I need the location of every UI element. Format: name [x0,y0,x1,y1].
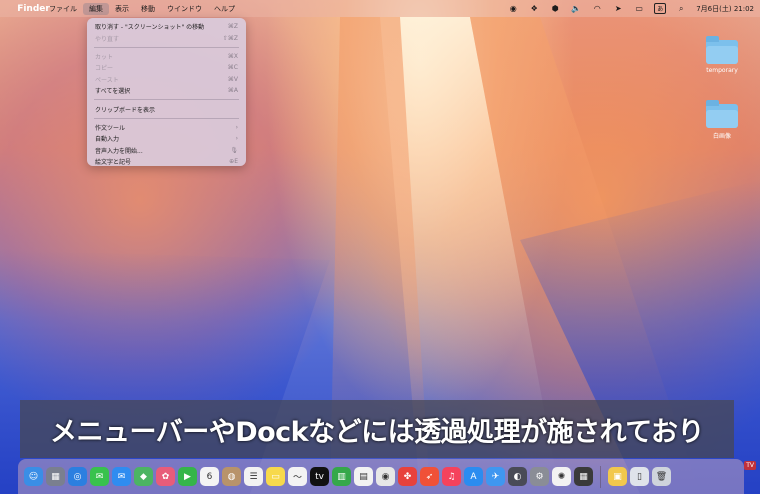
menu-help[interactable]: ヘルプ [208,3,241,15]
folder-icon [706,36,738,64]
menu-item-shortcut: ⊕E [229,158,238,166]
input-method-indicator[interactable]: あ [654,3,667,14]
control-center-icon[interactable]: ▭ [633,4,645,13]
downloads-icon[interactable]: ▯ [630,467,649,486]
folder-icon [706,100,738,128]
menu-item-shortcut: ⌘X [227,52,238,60]
channel-logo: TV [744,461,756,470]
messages-icon[interactable]: ✉ [90,467,109,486]
menu-item-shortcut: ⌘A [227,87,238,95]
menu-item-label: 音声入力を開始... [95,147,143,155]
menu-view[interactable]: 表示 [109,3,135,15]
record-icon[interactable]: ◉ [507,4,519,13]
paw-icon[interactable]: ✤ [398,467,417,486]
edit-menu-item[interactable]: 音声入力を開始... 🎙 [92,145,241,156]
appletv-icon[interactable]: tv [310,467,329,486]
desktop-folder-white-image[interactable]: 白画像 [692,100,752,140]
menu-item-label: カット [95,53,114,61]
edit-menu-item[interactable]: 作文ツール › [92,122,241,133]
edit-menu-item: やり直す ⇧⌘Z [92,32,241,43]
edit-menu-item[interactable]: すべてを選択 ⌘A [92,85,241,96]
vpn-icon[interactable]: ◐ [508,467,527,486]
desktop-folder-temporary[interactable]: temporary [692,36,752,74]
menu-edit[interactable]: 編集 [83,2,109,15]
reminders-icon[interactable]: ☰ [244,467,263,486]
status-area: ◉ ❖ ⬢ 🔈 ◠ ➤ ▭ あ ⌕ 7月6日(土) 21:02 [507,3,754,14]
menu-item-label: すべてを選択 [95,88,131,96]
edit-menu-item: コピー ⌘C [92,62,241,73]
caption-text: メニューバーやDockなどには透過処理が施されており [49,416,705,448]
menu-item-shortcut: ⌘C [227,64,238,72]
menu-item-shortcut: ⌘V [227,75,238,83]
keynote-icon[interactable]: ▤ [354,467,373,486]
dock-separator [600,465,601,488]
wifi-icon[interactable]: ◠ [591,4,603,13]
subtitle-caption: メニューバーやDockなどには透過処理が施されており [20,400,734,458]
folder-label: 白画像 [712,133,731,140]
volume-icon[interactable]: 🔈 [570,4,582,13]
chrome-icon[interactable]: ◉ [376,467,395,486]
menu-window[interactable]: ウインドウ [161,3,208,15]
menu-separator [94,117,239,119]
archive-icon[interactable]: ▣ [608,467,627,486]
menu-item-label: ペースト [95,76,119,84]
menu-item-shortcut: ⇧⌘Z [222,34,238,42]
shield-icon[interactable]: ⬢ [549,4,561,13]
chatgpt-icon[interactable]: ✺ [552,467,571,486]
freeform-icon[interactable]: 〜 [288,467,307,486]
appstore-icon[interactable]: A [464,467,483,486]
facetime-icon[interactable]: ▶ [178,467,197,486]
bird-icon[interactable]: ✈ [486,467,505,486]
calculator-icon[interactable]: ▦ [574,467,593,486]
calendar-icon[interactable]: 6 [200,467,219,486]
dropbox-icon[interactable]: ❖ [528,4,540,13]
edit-menu-item[interactable]: 自動入力 › [92,133,241,144]
notes-icon[interactable]: ▭ [266,467,285,486]
folder-label: temporary [706,67,738,74]
edit-menu-item[interactable]: 絵文字と記号 ⊕E [92,156,241,167]
menu-item-shortcut: ⌘Z [227,23,238,31]
launchpad-icon[interactable]: ▦ [46,467,65,486]
finder-icon[interactable]: ☺ [24,467,43,486]
location-icon[interactable]: ➤ [612,4,624,13]
menu-item-label: コピー [95,65,114,73]
menu-app-finder[interactable]: Finder [17,0,50,18]
contacts-icon[interactable]: ◍ [222,467,241,486]
edit-menu-item[interactable]: クリップボードを表示 [92,103,241,114]
swift-icon[interactable]: ➶ [420,467,439,486]
menu-item-label: 自動入力 [95,136,120,144]
dock: ☺ ▦ ◎ ✉ ✉ ◆ ✿ ▶ 6 ◍ ☰ ▭ 〜 tv ▥ ▤ ◉ ✤ ➶ ♫ A ✈ ◐ ⚙ ✺ ▦ ▣ ▯ 🗑 [18,459,744,494]
clock[interactable]: 7月6日(土) 21:02 [696,4,754,14]
menu-item-label: 絵文字と記号 [95,159,132,167]
safari-icon[interactable]: ◎ [68,467,87,486]
menu-item-shortcut: › [235,135,238,143]
settings-icon[interactable]: ⚙ [530,467,549,486]
music-icon[interactable]: ♫ [442,467,461,486]
edit-menu-dropdown: 取り消す - "スクリーンショット" の移動 ⌘Z やり直す ⇧⌘Z カット ⌘X コピー ⌘… [87,18,246,166]
spotlight-icon[interactable]: ⌕ [675,4,687,14]
photos-icon[interactable]: ✿ [156,467,175,486]
menu-item-label: 作文ツール [95,124,126,132]
menu-item-label: 取り消す - "スクリーンショット" の移動 [95,24,205,32]
edit-menu-item: ペースト ⌘V [92,74,241,85]
menu-item-shortcut: 🎙 [230,146,238,154]
menu-item-shortcut: › [235,123,238,131]
menu-item-label: やり直す [95,35,120,43]
menu-bar: Finder ファイル 編集 表示 移動 ウインドウ ヘルプ ◉ ❖ ⬢ 🔈 ◠… [0,0,760,17]
trash-icon[interactable]: 🗑 [652,467,671,486]
edit-menu-item[interactable]: 取り消す - "スクリーンショット" の移動 ⌘Z [92,21,241,32]
edit-menu-item: カット ⌘X [92,51,241,62]
menu-separator [94,99,239,101]
menu-item-label: クリップボードを表示 [95,106,156,114]
menu-file[interactable]: ファイル [43,3,83,15]
mail-icon[interactable]: ✉ [112,467,131,486]
maps-icon[interactable]: ◆ [134,467,153,486]
numbers-icon[interactable]: ▥ [332,467,351,486]
menu-separator [94,46,239,48]
menu-go[interactable]: 移動 [135,3,161,15]
